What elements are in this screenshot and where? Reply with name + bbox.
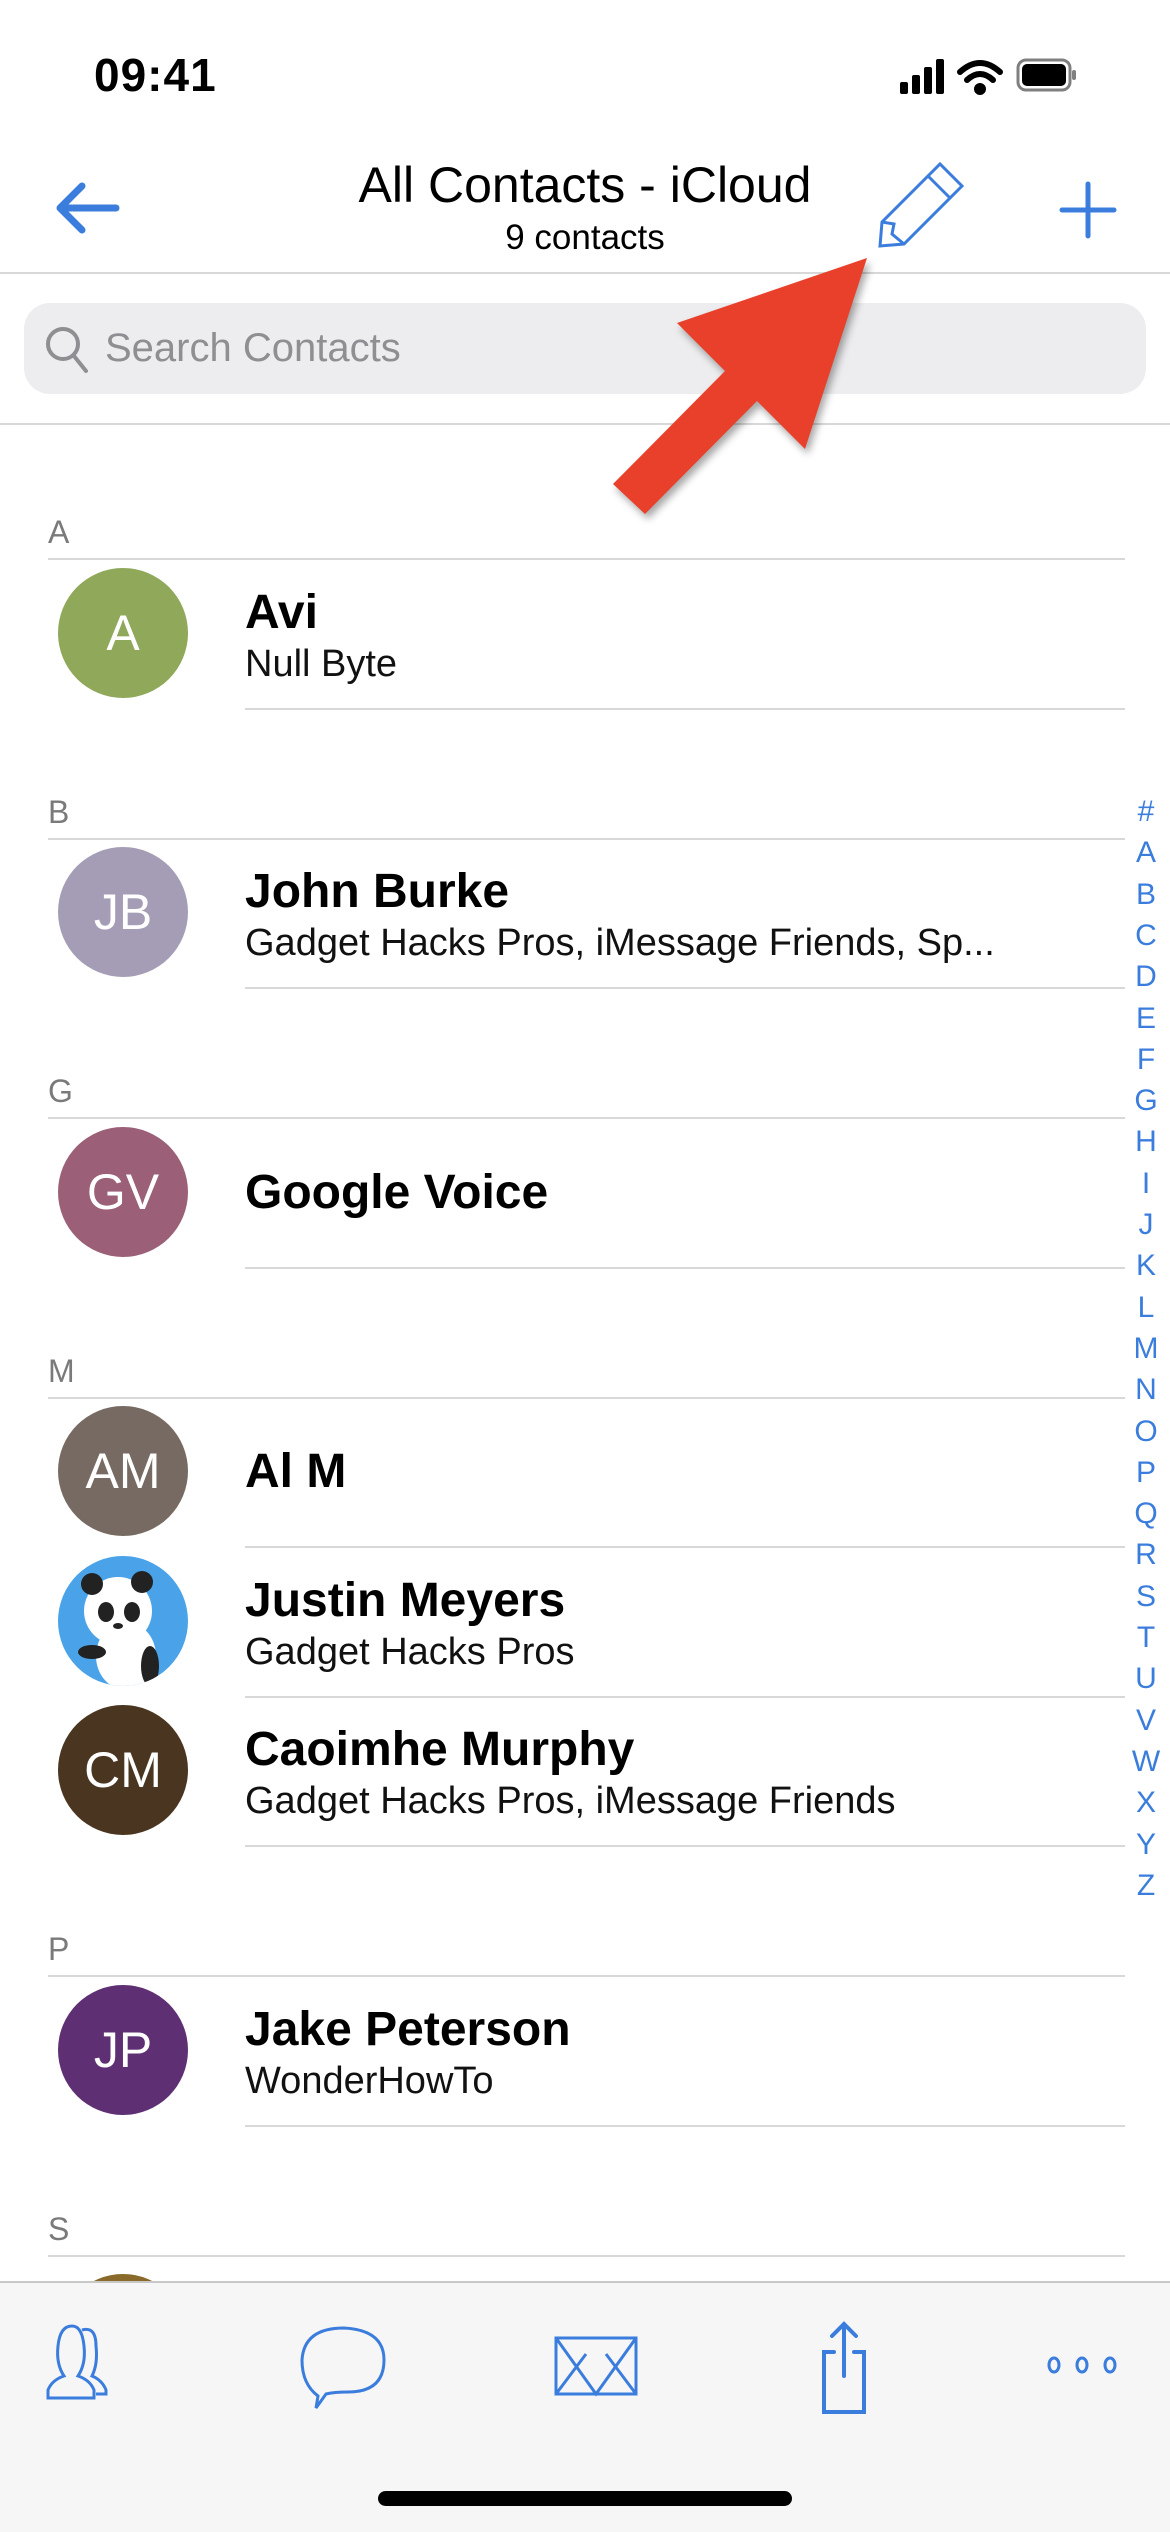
index-letter[interactable]: #	[1128, 795, 1164, 829]
contact-name: Caoimhe Murphy	[245, 1723, 635, 1777]
section-divider	[48, 2254, 1125, 2257]
more-icon[interactable]	[1046, 2350, 1122, 2380]
avatar: JP	[58, 1984, 188, 2115]
index-letter[interactable]: I	[1128, 1167, 1164, 1201]
index-letter[interactable]: L	[1128, 1291, 1164, 1325]
header-divider	[0, 272, 1170, 274]
index-letter[interactable]: O	[1128, 1415, 1164, 1449]
index-letter[interactable]: M	[1128, 1332, 1164, 1366]
index-letter[interactable]: R	[1128, 1538, 1164, 1572]
section-header: B	[48, 793, 70, 830]
contact-detail: Gadget Hacks Pros, iMessage Friends	[245, 1780, 896, 1823]
signal-icon	[900, 59, 944, 94]
contact-detail: WonderHowTo	[245, 2059, 494, 2102]
avatar: AM	[58, 1406, 188, 1537]
wifi-icon	[957, 60, 1003, 95]
index-letter[interactable]: J	[1128, 1208, 1164, 1242]
search-divider	[0, 423, 1170, 425]
status-icons	[900, 58, 1076, 95]
index-letter[interactable]: S	[1128, 1580, 1164, 1614]
index-letter[interactable]: G	[1128, 1084, 1164, 1118]
section-header: P	[48, 1931, 70, 1967]
section-divider	[48, 1975, 1125, 1977]
section-divider	[48, 558, 1125, 560]
index-letter[interactable]: T	[1128, 1621, 1164, 1655]
index-letter[interactable]: Z	[1128, 1869, 1164, 1903]
index-letter[interactable]: B	[1128, 878, 1164, 912]
search-icon	[46, 327, 88, 373]
avatar: A	[58, 567, 188, 698]
index-letter[interactable]: V	[1128, 1704, 1164, 1738]
index-letter[interactable]: K	[1128, 1249, 1164, 1283]
section-header: S	[48, 2210, 70, 2247]
contacts-icon[interactable]	[46, 2324, 136, 2410]
avatar: CM	[58, 1705, 188, 1836]
contact-name: Avi	[245, 585, 318, 639]
index-letter[interactable]: N	[1128, 1373, 1164, 1407]
index-letter[interactable]: A	[1128, 836, 1164, 870]
page-title: All Contacts - iCloud	[358, 157, 812, 213]
index-letter[interactable]: F	[1128, 1043, 1164, 1077]
contact-name: Justin Meyers	[245, 1573, 566, 1627]
row-divider	[245, 1845, 1125, 1847]
contact-detail: Gadget Hacks Pros	[245, 1630, 575, 1673]
home-indicator[interactable]	[378, 2491, 792, 2506]
index-letter[interactable]: H	[1128, 1125, 1164, 1159]
row-divider	[245, 1546, 1125, 1548]
contact-count: 9 contacts	[505, 218, 665, 257]
section-divider	[48, 1117, 1125, 1119]
search-placeholder: Search Contacts	[105, 326, 401, 370]
contact-name: John Burke	[245, 865, 510, 919]
row-divider	[245, 987, 1125, 989]
message-icon[interactable]	[298, 2324, 390, 2414]
index-letter[interactable]: Q	[1128, 1497, 1164, 1531]
index-letter[interactable]: U	[1128, 1662, 1164, 1696]
avatar: GV	[58, 1126, 188, 1257]
contact-name: Google Voice	[245, 1165, 549, 1219]
section-divider	[48, 1396, 1125, 1399]
contact-detail: Null Byte	[245, 642, 398, 685]
index-letter[interactable]: Y	[1128, 1828, 1164, 1862]
avatar-panda	[58, 1555, 188, 1686]
section-header: G	[48, 1073, 73, 1109]
share-icon[interactable]	[810, 2318, 880, 2418]
section-divider	[48, 837, 1125, 840]
avatar: JB	[58, 847, 188, 978]
row-divider	[245, 1266, 1125, 1269]
edit-pencil-icon[interactable]	[872, 160, 972, 252]
contact-detail: Gadget Hacks Pros, iMessage Friends, Sp.…	[245, 922, 995, 965]
index-letter[interactable]: E	[1128, 1002, 1164, 1036]
index-letter[interactable]: C	[1128, 919, 1164, 953]
index-letter[interactable]: X	[1128, 1786, 1164, 1820]
status-time: 09:41	[94, 49, 217, 101]
add-contact-icon[interactable]	[1058, 180, 1118, 240]
mail-icon[interactable]	[552, 2334, 642, 2400]
battery-icon	[1016, 58, 1076, 92]
contact-name: Jake Peterson	[245, 2002, 571, 2056]
row-divider	[245, 1695, 1125, 1698]
row-divider	[245, 2124, 1125, 2127]
index-letter[interactable]: W	[1128, 1745, 1164, 1779]
section-header: M	[48, 1352, 75, 1389]
index-letter[interactable]: D	[1128, 960, 1164, 994]
index-letter[interactable]: P	[1128, 1456, 1164, 1490]
row-divider	[245, 707, 1125, 710]
section-header: A	[48, 514, 70, 550]
contact-name: Al M	[245, 1445, 347, 1499]
